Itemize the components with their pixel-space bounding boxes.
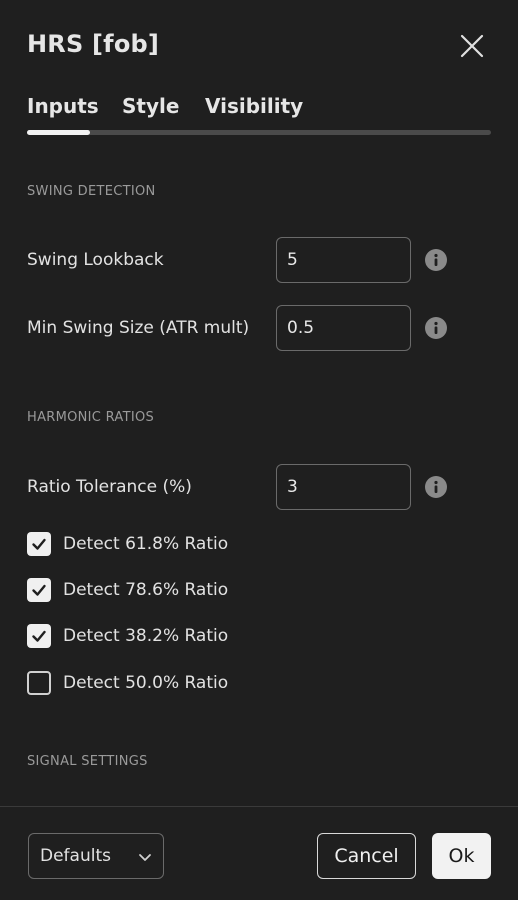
close-button[interactable] — [458, 32, 486, 60]
detect-618-checkbox[interactable] — [27, 532, 51, 556]
section-harmonic-ratios: HARMONIC RATIOS — [27, 410, 155, 425]
ratio-tolerance-label: Ratio Tolerance (%) — [27, 477, 192, 497]
detect-786-label: Detect 78.6% Ratio — [63, 580, 229, 600]
section-signal-settings: SIGNAL SETTINGS — [27, 754, 148, 769]
checkmark-icon — [32, 630, 46, 642]
tab-style[interactable]: Style — [122, 94, 179, 118]
defaults-dropdown[interactable]: Defaults — [28, 833, 164, 879]
checkmark-icon — [32, 584, 46, 596]
ok-button[interactable]: Ok — [432, 833, 491, 879]
defaults-label: Defaults — [40, 846, 111, 866]
ratio-tolerance-info-button[interactable] — [425, 476, 447, 498]
info-icon[interactable] — [425, 317, 447, 339]
swing-lookback-input[interactable] — [276, 237, 411, 283]
chevron-down-icon — [137, 850, 153, 864]
cancel-button[interactable]: Cancel — [317, 833, 416, 879]
detect-500-label: Detect 50.0% Ratio — [63, 673, 229, 693]
close-icon[interactable] — [458, 32, 486, 60]
info-icon[interactable] — [425, 476, 447, 498]
swing-lookback-info-button[interactable] — [425, 249, 447, 271]
tab-visibility[interactable]: Visibility — [205, 94, 303, 118]
detect-382-label: Detect 38.2% Ratio — [63, 626, 229, 646]
detect-500-checkbox[interactable] — [27, 671, 51, 695]
swing-lookback-label: Swing Lookback — [27, 250, 164, 270]
settings-dialog: HRS [fob] Inputs Style Visibility SWING … — [0, 0, 518, 900]
section-swing-detection: SWING DETECTION — [27, 184, 156, 199]
min-swing-size-info-button[interactable] — [425, 317, 447, 339]
dialog-footer: Defaults Cancel Ok — [0, 806, 518, 900]
min-swing-size-input[interactable] — [276, 305, 411, 351]
detect-382-checkbox[interactable] — [27, 624, 51, 648]
detect-618-label: Detect 61.8% Ratio — [63, 534, 229, 554]
tab-inputs[interactable]: Inputs — [27, 94, 99, 118]
detect-786-checkbox[interactable] — [27, 578, 51, 602]
tab-indicator-track — [27, 130, 491, 135]
checkmark-icon — [32, 538, 46, 550]
tab-indicator-active — [27, 130, 90, 135]
dialog-title: HRS [fob] — [27, 30, 160, 58]
info-icon[interactable] — [425, 249, 447, 271]
ratio-tolerance-input[interactable] — [276, 464, 411, 510]
min-swing-size-label: Min Swing Size (ATR mult) — [27, 318, 250, 338]
